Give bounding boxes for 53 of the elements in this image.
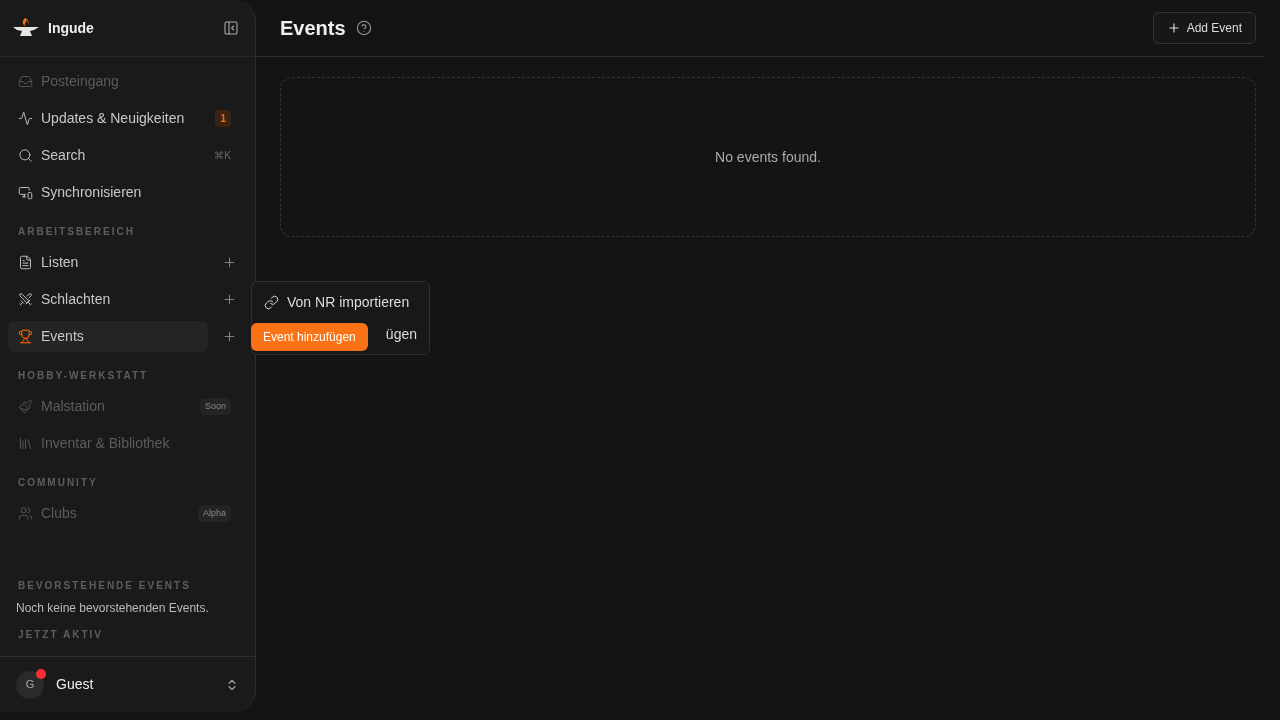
avatar-initial: G [25,677,35,693]
count-badge: 1 [215,110,231,127]
shortcut-hint: ⌘K [214,149,231,163]
devices-icon [18,185,33,200]
sidebar-toggle-icon [223,20,239,36]
help-icon[interactable] [355,20,372,36]
section-heading: BEVORSTEHENDE EVENTS [17,579,192,593]
add-event-button[interactable]: Add Event [1152,12,1256,44]
status-tag: Soon [199,397,231,416]
item-label: Posteingang [41,72,120,91]
document-icon [18,255,33,270]
anvil-logo [12,17,40,39]
users-icon [18,506,33,521]
item-label: Inventar & Bibliothek [41,434,171,453]
user-name: Guest [56,675,95,694]
sidebar-item[interactable]: Search ⌘K [8,140,241,171]
section-heading: JETZT AKTIV [17,628,104,642]
sidebar-item[interactable]: Events [8,321,208,352]
item-label: Malstation [41,397,106,416]
sidebar-item[interactable]: Synchronisieren [8,177,241,208]
activity-icon [18,111,33,126]
plus-icon [1166,21,1181,35]
inbox-icon [18,74,33,89]
trophy-icon [18,329,33,344]
page-title: Events [280,16,346,41]
brush-icon [18,399,33,414]
menu-item[interactable]: Von NR importieren [264,286,417,318]
item-label: Clubs [41,504,78,523]
item-label: Search [41,146,87,165]
swords-icon [18,292,33,307]
plus-icon [222,292,237,307]
item-label: Updates & Neuigkeiten [41,109,186,128]
search-icon [18,148,33,163]
plus-icon [222,255,237,270]
item-label: Schlachten [41,290,112,309]
status-tag: Alpha [197,504,231,523]
library-icon [18,436,33,451]
app-name: Ingude [48,18,95,38]
item-label: Synchronisieren [41,183,143,202]
plus-icon [222,329,237,344]
sidebar-item[interactable]: Schlachten [8,284,208,315]
empty-message: No events found. [715,147,821,167]
section-heading: COMMUNITY [17,476,99,490]
info-text: Noch keine bevorstehenden Events. [16,600,210,617]
section-heading: ARBEITSBEREICH [17,225,136,239]
sidebar-item[interactable]: Updates & Neuigkeiten 1 [8,103,241,134]
item-label: Events [41,327,85,346]
link-icon [264,294,279,310]
section-heading: HOBBY-WERKSTATT [17,369,150,383]
sidebar-item[interactable]: Listen [8,247,208,278]
item-label: Listen [41,253,80,272]
tooltip: Event hinzufügen [251,323,368,351]
menu-item[interactable]: ügen [385,318,417,350]
